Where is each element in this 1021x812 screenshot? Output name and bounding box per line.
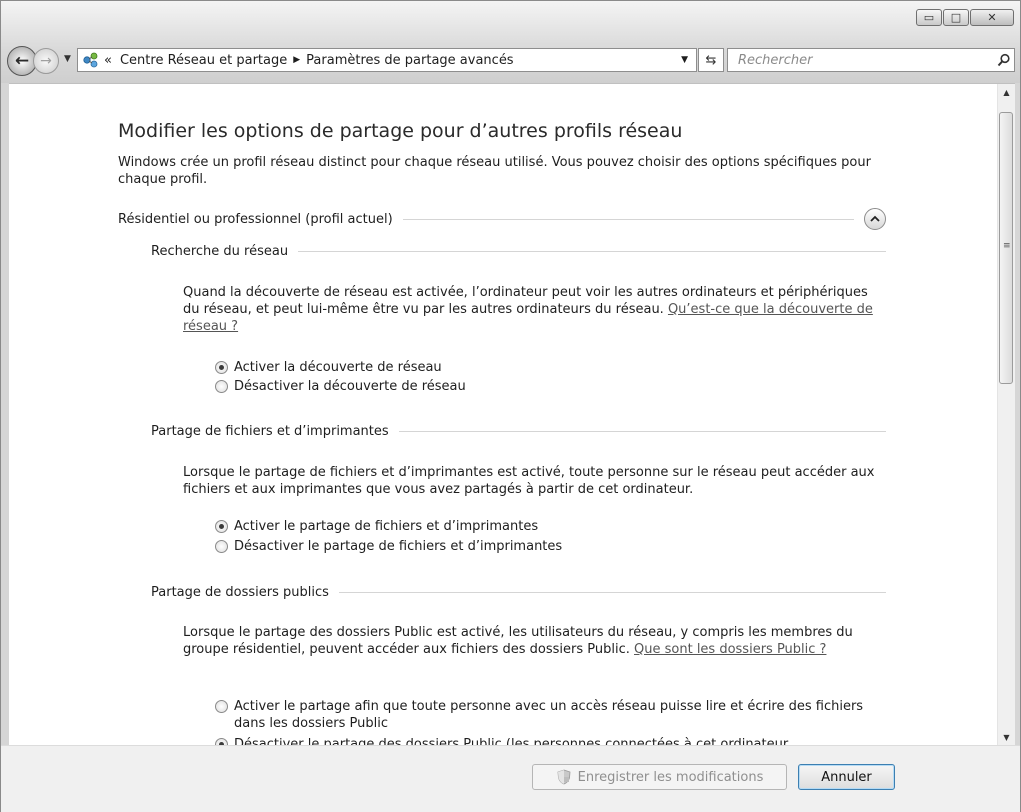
divider xyxy=(298,251,886,252)
section-label: Partage de dossiers publics xyxy=(151,585,329,600)
file-sharing-off-option[interactable]: Désactiver le partage de fichiers et d’i… xyxy=(215,538,562,555)
minimize-button[interactable]: ▭ xyxy=(916,9,942,26)
breadcrumb-network-center[interactable]: Centre Réseau et partage xyxy=(120,53,287,68)
maximize-icon: □ xyxy=(950,11,962,24)
vertical-scrollbar[interactable]: ▲ ≡ ▼ xyxy=(997,84,1015,746)
chevron-up-icon xyxy=(870,215,880,222)
public-folders-help-link[interactable]: Que sont les dossiers Public ? xyxy=(634,642,826,657)
divider xyxy=(402,218,854,220)
scroll-down-icon[interactable]: ▼ xyxy=(998,729,1015,746)
button-label: Enregistrer les modifications xyxy=(577,769,764,785)
breadcrumb-advanced-sharing[interactable]: Paramètres de partage avancés xyxy=(306,53,513,68)
section-header-file-sharing: Partage de fichiers et d’imprimantes xyxy=(151,424,886,439)
option-label: Activer le partage afin que toute person… xyxy=(234,699,864,731)
refresh-button[interactable]: ⇆ xyxy=(698,48,724,72)
uac-shield-icon xyxy=(557,769,571,785)
forward-button[interactable]: → xyxy=(33,48,59,74)
address-dropdown-icon[interactable]: ▼ xyxy=(681,55,688,65)
close-icon: ✕ xyxy=(987,11,997,24)
radio-button[interactable] xyxy=(215,540,228,553)
search-box[interactable] xyxy=(727,48,1015,72)
option-label: Désactiver la découverte de réseau xyxy=(234,379,466,394)
search-icon[interactable] xyxy=(994,53,1014,67)
scroll-thumb[interactable]: ≡ xyxy=(999,112,1013,384)
explorer-window: ▭ □ ✕ ← → ▼ « Centre Réseau et partage ▶… xyxy=(0,0,1021,812)
scroll-up-icon[interactable]: ▲ xyxy=(998,84,1015,101)
grip-icon: ≡ xyxy=(1003,241,1011,251)
profile-header: Résidentiel ou professionnel (profil act… xyxy=(118,208,886,230)
radio-button-selected[interactable] xyxy=(215,361,228,374)
file-sharing-description: Lorsque le partage de fichiers et d’impr… xyxy=(183,465,875,497)
address-bar[interactable]: « Centre Réseau et partage ▶ Paramètres … xyxy=(77,48,697,72)
section-header-public-folders: Partage de dossiers publics xyxy=(151,585,886,600)
public-folders-description: Lorsque le partage des dossiers Public e… xyxy=(183,624,883,658)
refresh-icon: ⇆ xyxy=(705,52,717,68)
minimize-icon: ▭ xyxy=(923,11,935,24)
cancel-button[interactable]: Annuler xyxy=(798,764,895,790)
search-input[interactable] xyxy=(736,51,994,69)
footer-bar: Enregistrer les modifications Annuler xyxy=(1,745,1020,812)
navigation-bar: ← → ▼ « Centre Réseau et partage ▶ Param… xyxy=(7,45,1015,76)
breadcrumb-separator-icon[interactable]: ▶ xyxy=(293,55,300,65)
option-label: Désactiver le partage de fichiers et d’i… xyxy=(234,539,563,554)
back-arrow-icon: ← xyxy=(14,51,30,71)
button-label: Annuler xyxy=(821,769,872,785)
discovery-on-option[interactable]: Activer la découverte de réseau xyxy=(215,359,442,376)
public-folders-on-option[interactable]: Activer le partage afin que toute person… xyxy=(215,698,874,732)
file-sharing-on-option[interactable]: Activer le partage de fichiers et d’impr… xyxy=(215,518,538,535)
page-title: Modifier les options de partage pour d’a… xyxy=(118,120,683,142)
network-icon xyxy=(82,51,100,69)
profile-label: Résidentiel ou professionnel (profil act… xyxy=(118,211,393,227)
content-pane: Modifier les options de partage pour d’a… xyxy=(9,83,1015,746)
section-header-discovery: Recherche du réseau xyxy=(151,244,886,259)
recent-pages-dropdown-icon[interactable]: ▼ xyxy=(64,54,71,64)
option-label: Activer le partage de fichiers et d’impr… xyxy=(234,519,539,534)
close-button[interactable]: ✕ xyxy=(970,9,1014,26)
radio-button-selected[interactable] xyxy=(215,520,228,533)
radio-button[interactable] xyxy=(215,700,228,713)
save-changes-button[interactable]: Enregistrer les modifications xyxy=(532,764,787,790)
discovery-off-option[interactable]: Désactiver la découverte de réseau xyxy=(215,378,466,395)
option-label: Activer la découverte de réseau xyxy=(234,360,442,375)
discovery-description: Quand la découverte de réseau est activé… xyxy=(183,284,883,335)
section-label: Recherche du réseau xyxy=(151,244,289,259)
caption-buttons: ▭ □ ✕ xyxy=(916,9,1014,26)
divider xyxy=(398,431,886,432)
overflow-chevron-icon[interactable]: « xyxy=(104,53,112,68)
collapse-button[interactable] xyxy=(864,208,886,230)
radio-button[interactable] xyxy=(215,380,228,393)
section-label: Partage de fichiers et d’imprimantes xyxy=(151,424,389,439)
maximize-button[interactable]: □ xyxy=(943,9,969,26)
forward-arrow-icon: → xyxy=(40,53,52,69)
title-bar: ▭ □ ✕ ← → ▼ « Centre Réseau et partage ▶… xyxy=(1,1,1020,83)
divider xyxy=(338,592,886,593)
page-intro: Windows crée un profil réseau distinct p… xyxy=(118,155,871,187)
